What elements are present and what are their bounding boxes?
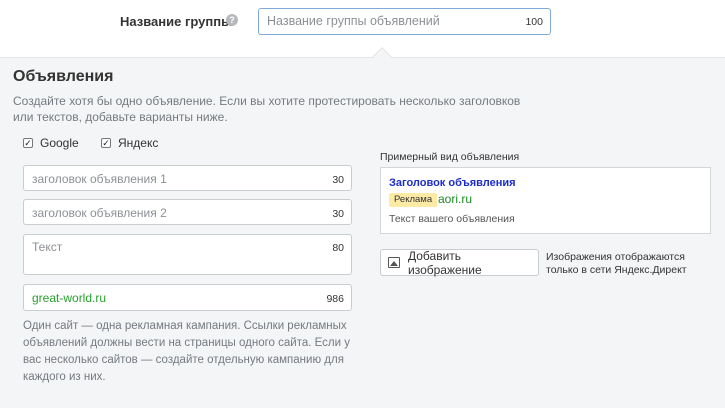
site-url-counter: 986 [326, 293, 344, 305]
checkbox-checked-icon: ✓ [23, 138, 33, 148]
preview-title: Заголовок объявления [389, 177, 516, 189]
group-name-row: Название группы ? Название группы объявл… [0, 0, 725, 58]
preview-text: Текст вашего объявления [389, 213, 515, 225]
preview-caption: Примерный вид объявления [380, 151, 520, 163]
ad-badge: Реклама [389, 193, 438, 207]
add-image-button[interactable]: Добавить изображение [380, 248, 539, 277]
ad-text-placeholder: Текст [32, 240, 63, 254]
site-url-input[interactable]: great-world.ru 986 [23, 284, 352, 311]
add-image-label: Добавить изображение [408, 248, 482, 277]
group-name-label: Название группы [120, 14, 233, 29]
headline-1-counter: 30 [332, 174, 344, 186]
help-icon[interactable]: ? [226, 14, 238, 26]
yandex-checkbox-label: Яндекс [118, 136, 159, 150]
google-checkbox[interactable]: ✓ Google [23, 136, 79, 150]
ad-text-counter: 80 [332, 242, 344, 254]
group-name-placeholder: Название группы объявлений [267, 14, 440, 28]
headline-1-placeholder: заголовок объявления 1 [32, 172, 167, 186]
headline-2-input[interactable]: заголовок объявления 2 30 [23, 199, 352, 225]
headline-2-counter: 30 [332, 208, 344, 220]
yandex-checkbox[interactable]: ✓ Яндекс [101, 136, 158, 150]
ad-text-textarea[interactable]: Текст 80 [23, 234, 352, 275]
image-note: Изображения отображаются только в сети Я… [546, 251, 687, 276]
image-icon [388, 257, 400, 268]
site-url-value: great-world.ru [32, 291, 107, 305]
ad-preview: Заголовок объявления Реклама aori.ru Тек… [380, 167, 711, 234]
headline-1-input[interactable]: заголовок объявления 1 30 [23, 165, 352, 191]
section-description: Создайте хотя бы одно объявление. Если в… [13, 94, 521, 124]
checkbox-checked-icon: ✓ [101, 138, 111, 148]
group-name-counter: 100 [525, 16, 543, 28]
preview-domain: aori.ru [438, 192, 473, 206]
headline-2-placeholder: заголовок объявления 2 [32, 206, 167, 220]
group-name-input[interactable]: Название группы объявлений 100 [258, 8, 551, 35]
section-title: Объявления [13, 68, 114, 85]
site-note: Один сайт — одна рекламная кампания. Ссы… [23, 320, 351, 383]
google-checkbox-label: Google [40, 136, 79, 150]
